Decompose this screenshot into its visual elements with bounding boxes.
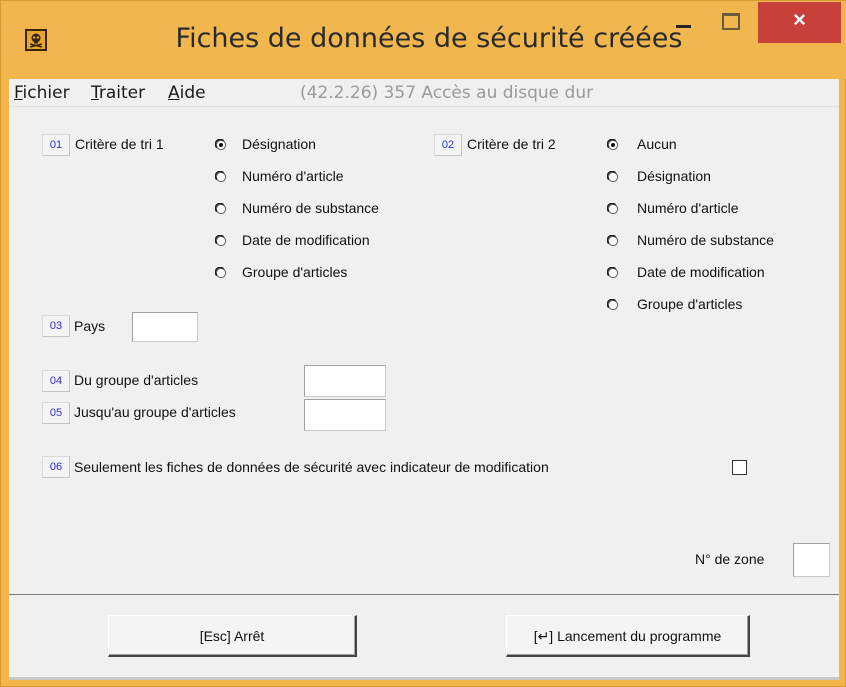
group-to-label: Jusqu'au groupe d'articles [74, 404, 236, 420]
sort1-option-label[interactable]: Numéro de substance [242, 200, 379, 216]
zone-label: N° de zone [695, 551, 765, 567]
stop-button[interactable]: [Esc] Arrêt [108, 615, 357, 657]
close-icon: × [793, 7, 806, 32]
sort2-radio-1[interactable] [607, 171, 619, 183]
app-window: Fiches de données de sécurité créées × F… [0, 0, 846, 687]
close-button[interactable]: × [758, 2, 841, 43]
group-from-input[interactable] [304, 365, 386, 397]
sort2-radio-5[interactable] [607, 299, 619, 311]
sort1-label: Critère de tri 1 [75, 136, 164, 152]
button-bar: [Esc] Arrêt [↵] Lancement du programme [9, 594, 839, 680]
country-label: Pays [74, 318, 106, 334]
sort2-radio-2[interactable] [607, 203, 619, 215]
sort2-option-label[interactable]: Numéro d'article [637, 200, 739, 216]
sort1-radio-3[interactable] [215, 235, 227, 247]
group-to-input[interactable] [304, 399, 386, 431]
menu-fichier[interactable]: Fichier [14, 83, 70, 103]
sort1-option-label[interactable]: Désignation [242, 136, 316, 152]
sort2-radio-3[interactable] [607, 235, 619, 247]
sort2-option-label[interactable]: Désignation [637, 168, 711, 184]
program-info: (42.2.26) 357 Accès au disque dur [300, 83, 594, 103]
sort2-radio-0[interactable] [607, 139, 619, 151]
sort1-radio-0[interactable] [215, 139, 227, 151]
maximize-button[interactable] [711, 3, 751, 43]
sort1-radio-2[interactable] [215, 203, 227, 215]
sort2-label: Critère de tri 2 [467, 136, 556, 152]
sort2-option-label[interactable]: Aucun [637, 136, 677, 152]
field-04-button[interactable]: 04 [42, 370, 70, 392]
sort2-option-label[interactable]: Date de modification [637, 264, 765, 280]
status-bar [9, 677, 839, 680]
group-from-label: Du groupe d'articles [74, 372, 199, 388]
country-input[interactable] [132, 312, 198, 342]
client-area: Fichier Traiter Aide (42.2.26) 357 Accès… [9, 79, 839, 680]
field-05-button[interactable]: 05 [42, 402, 70, 424]
only-modified-label: Seulement les fiches de données de sécur… [74, 459, 549, 475]
sort1-radio-1[interactable] [215, 171, 227, 183]
sort2-radio-4[interactable] [607, 267, 619, 279]
field-02-button[interactable]: 02 [434, 134, 462, 156]
sort2-option-label[interactable]: Numéro de substance [637, 232, 774, 248]
minimize-button[interactable] [664, 3, 704, 43]
field-01-button[interactable]: 01 [42, 134, 70, 156]
sort1-radio-4[interactable] [215, 267, 227, 279]
menu-aide[interactable]: Aide [168, 83, 206, 103]
only-modified-checkbox[interactable] [732, 460, 747, 475]
sort2-option-label[interactable]: Groupe d'articles [637, 296, 742, 312]
field-03-button[interactable]: 03 [42, 315, 70, 337]
sort1-option-label[interactable]: Date de modification [242, 232, 370, 248]
sort1-option-label[interactable]: Groupe d'articles [242, 264, 347, 280]
field-06-button[interactable]: 06 [42, 456, 70, 478]
menu-traiter[interactable]: Traiter [91, 83, 145, 103]
sort1-option-label[interactable]: Numéro d'article [242, 168, 344, 184]
start-program-button[interactable]: [↵] Lancement du programme [506, 615, 750, 657]
title-bar[interactable]: Fiches de données de sécurité créées × [1, 1, 846, 79]
zone-input[interactable] [793, 543, 830, 577]
menu-bar: Fichier Traiter Aide (42.2.26) 357 Accès… [9, 79, 839, 107]
